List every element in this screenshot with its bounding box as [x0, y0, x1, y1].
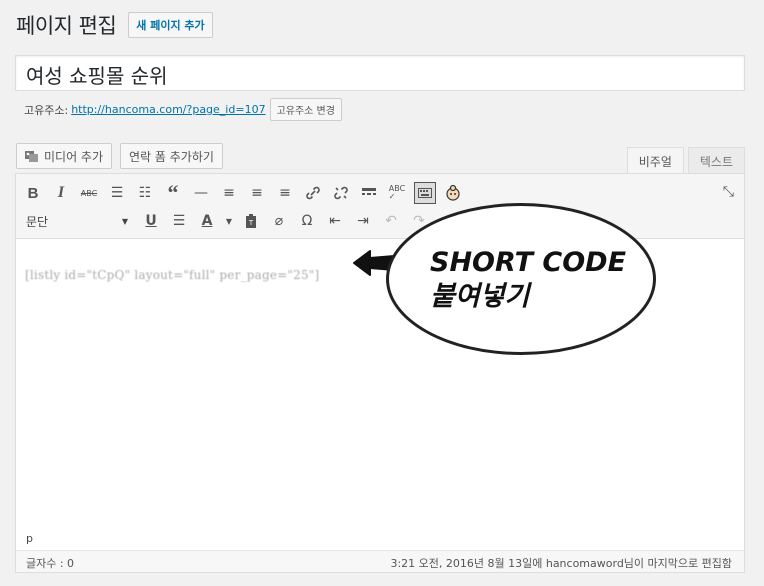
add-contact-form-label: 연락 폼 추가하기: [129, 149, 214, 164]
toolbar-row-1: B I ABC ☰ ☷ “ — ≡ ≡ ≡ ABC ✓: [22, 180, 470, 205]
permalink-row: 고유주소: http://hancoma.com/?page_id=107 고유…: [24, 98, 342, 121]
special-char-icon[interactable]: Ω: [296, 210, 318, 232]
numbered-list-icon[interactable]: ☷: [134, 182, 156, 204]
text-color-icon[interactable]: A: [196, 210, 218, 232]
bullet-list-icon[interactable]: ☰: [106, 182, 128, 204]
indent-icon[interactable]: ⇥: [352, 210, 374, 232]
media-buttons: 미디어 추가 연락 폼 추가하기: [16, 143, 223, 169]
editor-toolbar: B I ABC ☰ ☷ “ — ≡ ≡ ≡ ABC ✓ ⤡ 문단 ▼ U ☰ A…: [16, 174, 744, 239]
clear-format-icon[interactable]: ⌀: [268, 210, 290, 232]
page-header: 페이지 편집 새 페이지 추가: [16, 10, 213, 40]
page-title: 페이지 편집: [16, 14, 117, 38]
shortcode-text: [listly id="tCpQ" layout="full" per_page…: [25, 268, 320, 282]
text-color-dropdown-icon[interactable]: ▼: [224, 210, 234, 232]
editor-statusbar: p 글자수 : 0 3:21 오전, 2016년 8월 13일에 hancoma…: [16, 532, 744, 572]
add-contact-form-button[interactable]: 연락 폼 추가하기: [120, 143, 223, 169]
post-title-input[interactable]: 여성 쇼핑몰 순위: [15, 55, 745, 91]
format-select[interactable]: 문단 ▼: [22, 210, 132, 232]
permalink-edit-button[interactable]: 고유주소 변경: [269, 98, 342, 121]
undo-icon[interactable]: ↶: [380, 210, 402, 232]
toolbar-row-2: 문단 ▼ U ☰ A ▼ T ⌀ Ω ⇤ ⇥ ↶ ↷: [22, 210, 436, 232]
align-left-icon[interactable]: ≡: [218, 182, 240, 204]
bold-icon[interactable]: B: [22, 182, 44, 204]
permalink-link[interactable]: http://hancoma.com/?page_id=107: [71, 103, 265, 116]
unlink-icon[interactable]: [330, 182, 352, 204]
editor-tabs: 비주얼 텍스트: [626, 147, 745, 174]
editor-content[interactable]: [listly id="tCpQ" layout="full" per_page…: [25, 268, 319, 282]
underline-icon[interactable]: U: [140, 210, 162, 232]
annotation-line-2: 붙여넣기: [430, 281, 530, 312]
last-edit-info: 3:21 오전, 2016년 8월 13일에 hancomaword님이 마지막…: [390, 557, 732, 570]
italic-icon[interactable]: I: [50, 182, 72, 204]
strikethrough-icon[interactable]: ABC: [78, 182, 100, 204]
format-select-value: 문단: [26, 214, 49, 229]
fullscreen-icon[interactable]: ⤡: [723, 184, 734, 200]
chevron-down-icon: ▼: [121, 216, 128, 226]
word-count: 글자수 : 0: [26, 557, 75, 570]
tab-text[interactable]: 텍스트: [687, 147, 745, 174]
align-center-icon[interactable]: ≡: [246, 182, 268, 204]
editor: B I ABC ☰ ☷ “ — ≡ ≡ ≡ ABC ✓ ⤡ 문단 ▼ U ☰ A…: [15, 173, 745, 573]
blockquote-icon[interactable]: “: [162, 180, 184, 205]
paste-text-icon[interactable]: T: [240, 210, 262, 232]
add-new-page-button[interactable]: 새 페이지 추가: [128, 12, 213, 38]
annotation-text: SHORT CODE 붙여넣기: [430, 246, 626, 314]
align-right-icon[interactable]: ≡: [274, 182, 296, 204]
outdent-icon[interactable]: ⇤: [324, 210, 346, 232]
media-icon: [25, 150, 38, 162]
horizontal-line-icon[interactable]: —: [190, 182, 212, 204]
svg-text:T: T: [248, 219, 254, 227]
justify-icon[interactable]: ☰: [168, 210, 190, 232]
read-more-icon[interactable]: [358, 182, 380, 204]
spellcheck-icon[interactable]: ABC ✓: [386, 182, 408, 204]
toolbar-toggle-icon[interactable]: [414, 182, 436, 204]
tab-visual[interactable]: 비주얼: [626, 147, 684, 174]
add-media-label: 미디어 추가: [44, 149, 104, 164]
permalink-label: 고유주소:: [24, 103, 69, 117]
word-count-bar: 글자수 : 0 3:21 오전, 2016년 8월 13일에 hancomawo…: [16, 550, 744, 572]
annotation-line-1: SHORT CODE: [430, 247, 627, 278]
add-media-button[interactable]: 미디어 추가: [16, 143, 113, 169]
plugin-icon[interactable]: [442, 182, 464, 204]
link-icon[interactable]: [302, 182, 324, 204]
element-path[interactable]: p: [26, 532, 33, 545]
